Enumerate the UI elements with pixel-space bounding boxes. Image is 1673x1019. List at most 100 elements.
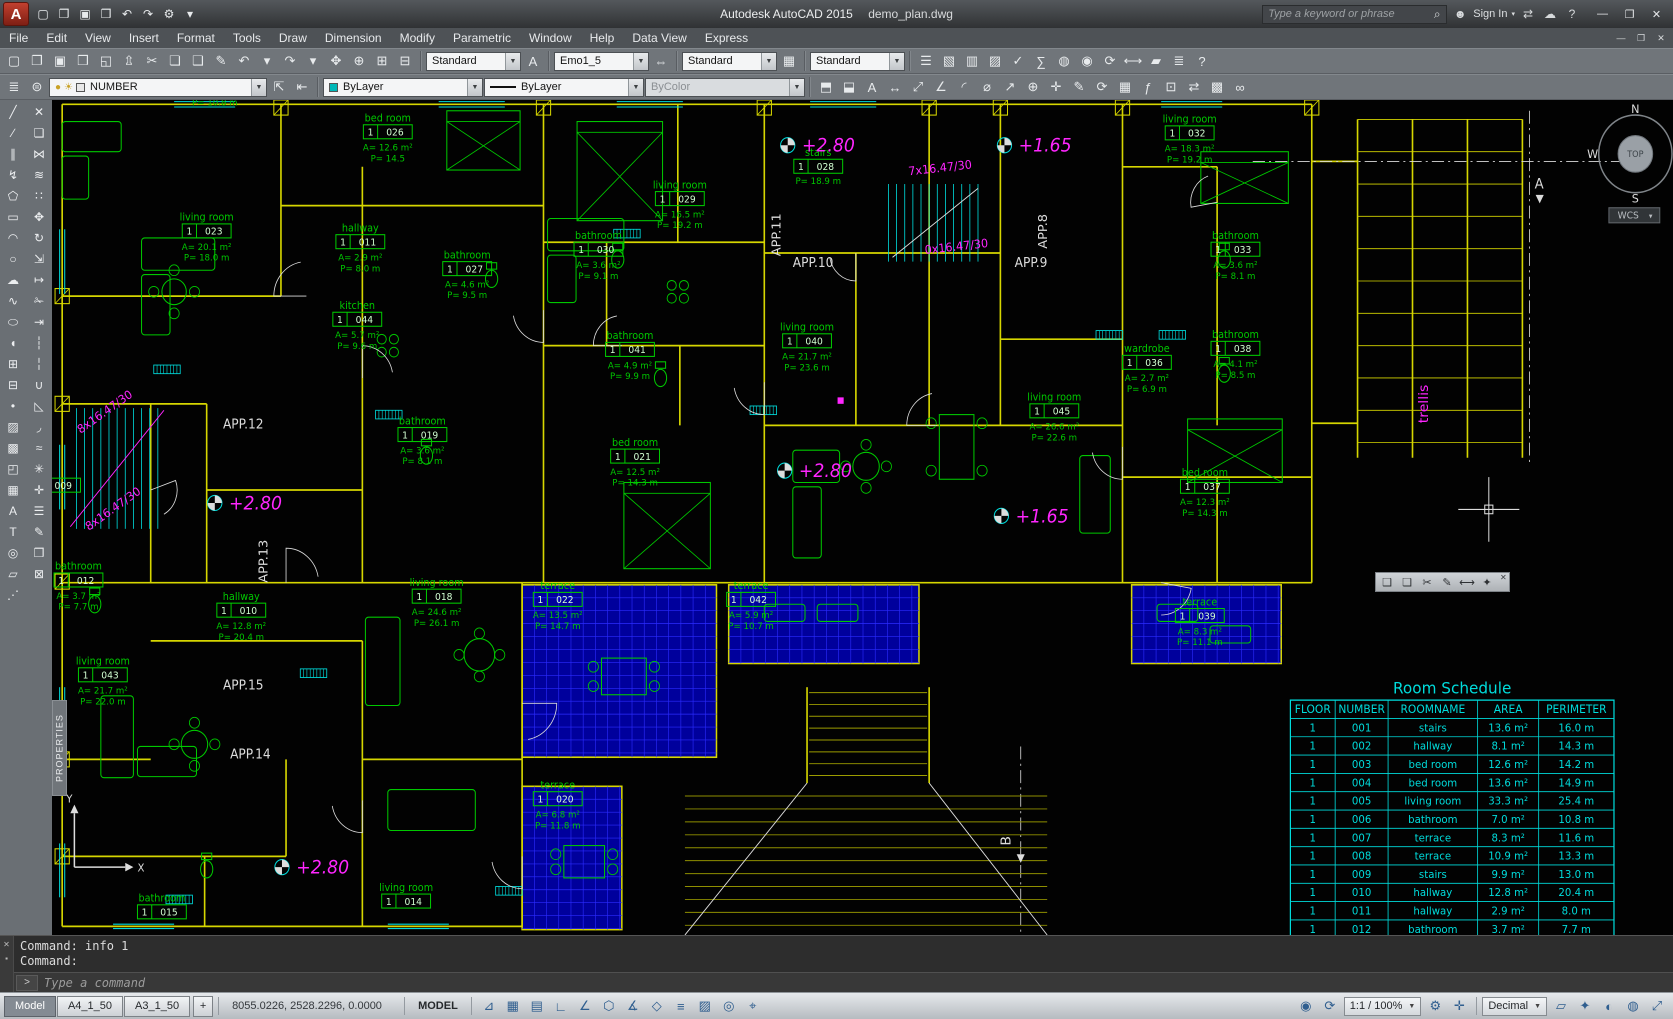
plan-room-schedule[interactable]: Room ScheduleFLOORNUMBERROOMNAMEAREAPERI… (1290, 678, 1614, 935)
plan-grip[interactable] (838, 397, 844, 403)
mleader-style-combo[interactable]: Standard▼ (810, 52, 905, 71)
object-snap-icon[interactable]: ◇ (645, 996, 669, 1017)
plan-room-label[interactable]: bathroom1015 (137, 893, 186, 918)
measure-distance-icon[interactable]: ⟷ (1122, 51, 1144, 72)
plan-annotation[interactable]: APP.8 (1036, 214, 1051, 249)
hyperlink-icon[interactable]: ∞ (1229, 77, 1251, 98)
restore-button[interactable]: ❐ (1616, 4, 1643, 24)
snap-mode-icon[interactable]: ▦ (501, 996, 525, 1017)
hatch-icon[interactable]: ▨ (2, 417, 24, 437)
explode-icon[interactable]: ✳ (28, 459, 50, 479)
break-icon[interactable]: ╎ (28, 354, 50, 374)
list-icon[interactable]: ≣ (1168, 51, 1190, 72)
chevron-down-icon[interactable]: ▼ (467, 79, 482, 96)
dim-radius-icon[interactable]: ◜ (953, 77, 975, 98)
render-icon[interactable]: ◍ (1053, 51, 1075, 72)
chevron-down-icon[interactable]: ▼ (505, 53, 520, 70)
plan-annotation[interactable]: APP.11 (769, 213, 784, 256)
donut-icon[interactable]: ◎ (2, 543, 24, 563)
plan-room-label[interactable]: living room1040A= 21.7 m²P= 23.6 m (780, 322, 834, 373)
workspace-icon[interactable]: ⚙ (159, 4, 179, 24)
materials-browser-icon[interactable]: ◉ (1076, 51, 1098, 72)
zoom-previous-icon[interactable]: ⊟ (394, 51, 416, 72)
point-icon[interactable]: • (2, 396, 24, 416)
arc-icon[interactable]: ◠ (2, 228, 24, 248)
annotation-scale-combo[interactable]: 1:1 / 100%▼ (1344, 997, 1422, 1016)
dim-style-combo[interactable]: Emo1_5▼ (554, 52, 649, 71)
menu-insert[interactable]: Insert (120, 30, 168, 46)
close-button[interactable]: ✕ (1643, 4, 1670, 24)
doc-minimize-button[interactable]: — (1612, 31, 1630, 46)
plan-room-label[interactable]: living room1032A= 18.3 m²P= 19.2 m (1163, 114, 1217, 165)
layer-color-swatch[interactable] (76, 83, 85, 92)
insert-block-icon[interactable]: ⊞ (2, 354, 24, 374)
join-icon[interactable]: ∪ (28, 375, 50, 395)
stretch-icon[interactable]: ↦ (28, 270, 50, 290)
floating-mini-toolbar[interactable]: ❑❏✂✎⟷✦ ✕ (1375, 572, 1510, 592)
dim-center-mark-icon[interactable]: ✛ (1045, 77, 1067, 98)
line-icon[interactable]: ╱ (2, 102, 24, 122)
block-editor-icon[interactable]: ⊡ (1160, 77, 1182, 98)
properties-palette-icon[interactable]: ☰ (915, 51, 937, 72)
mtext-icon[interactable]: A (861, 77, 883, 98)
plan-room-label[interactable]: living room1018A= 24.6 m²P= 26.1 m (410, 578, 464, 629)
layout-tab-a4_1_50[interactable]: A4_1_50 (57, 996, 123, 1017)
tolerance-icon[interactable]: ⊕ (1022, 77, 1044, 98)
make-object-layer-current-icon[interactable]: ⇱ (268, 77, 290, 98)
plan-section-markers[interactable] (1017, 195, 1544, 863)
text-style-combo[interactable]: Standard▼ (426, 52, 521, 71)
command-prompt-icon[interactable]: > (16, 975, 38, 991)
viewcube-compass[interactable]: TOPNWS (1587, 102, 1672, 206)
single-line-text-icon[interactable]: T (2, 522, 24, 542)
plot-preview-icon[interactable]: ◱ (95, 51, 117, 72)
align-icon[interactable]: ✛ (28, 480, 50, 500)
3d-polyline-icon[interactable]: ⋰ (2, 585, 24, 605)
polar-tracking-icon[interactable]: ∠ (573, 996, 597, 1017)
table-style-dialog-icon[interactable]: ▦ (778, 51, 800, 72)
infer-constraints-icon[interactable]: ⊿ (477, 996, 501, 1017)
zoom-realtime-icon[interactable]: ⊕ (348, 51, 370, 72)
polygon-icon[interactable]: ⬠ (2, 186, 24, 206)
field-icon[interactable]: ƒ (1137, 77, 1159, 98)
designcenter-icon[interactable]: ▧ (938, 51, 960, 72)
layer-on-icon[interactable]: ● (55, 82, 61, 93)
plan-room-label[interactable]: kitchen1044A= 5.7 m²P= 9.6 m (333, 301, 382, 352)
wcs-selector[interactable]: WCS▾ (1609, 208, 1660, 223)
plan-room-label[interactable]: terrace1039A= 8.3 m²P= 11.1 m (1175, 597, 1224, 648)
plan-room-label[interactable]: living room1043A= 21.7 m²P= 22.0 m (76, 656, 130, 707)
annotation-visibility-icon[interactable]: ◉ (1294, 996, 1318, 1017)
undo-icon[interactable]: ↶ (233, 51, 255, 72)
undo-list-icon[interactable]: ▾ (256, 51, 278, 72)
plan-room-label[interactable]: bed room1026A= 12.6 m²P= 14.5 (363, 113, 413, 164)
multileader-icon[interactable]: ↗ (999, 77, 1021, 98)
layout-tab-model[interactable]: Model (4, 996, 56, 1017)
clean-screen-icon[interactable]: ⤢ (1645, 996, 1669, 1017)
plot-icon[interactable]: ❒ (72, 51, 94, 72)
offset-icon[interactable]: ≋ (28, 165, 50, 185)
ucs-icon[interactable]: XY (65, 793, 144, 874)
show-lineweight-icon[interactable]: ≡ (669, 996, 693, 1017)
menu-data-view[interactable]: Data View (623, 30, 695, 46)
sign-in-button[interactable]: Sign In▾ (1473, 8, 1515, 20)
annotation-monitor-icon[interactable]: ✛ (1447, 996, 1471, 1017)
array-icon[interactable]: ∷ (28, 186, 50, 206)
cloud-icon[interactable]: ☁ (1541, 5, 1559, 23)
plan-room-label[interactable]: wardrobe1036A= 2.7 m²P= 6.9 m (1122, 344, 1171, 395)
plan-room-label[interactable]: terrace1020A= 6.8 m²P= 11.8 m (533, 780, 582, 831)
plan-annotation[interactable]: 0x16.47/30 (924, 236, 989, 257)
sheet-set-manager-icon[interactable]: ▨ (984, 51, 1006, 72)
menu-format[interactable]: Format (168, 30, 224, 46)
new-layout-button[interactable]: + (193, 996, 213, 1017)
table-icon[interactable]: ▦ (1114, 77, 1136, 98)
linetype-combo[interactable]: ByLayer▼ (484, 78, 644, 97)
menu-express[interactable]: Express (696, 30, 757, 46)
menu-dimension[interactable]: Dimension (316, 30, 391, 46)
plan-room-label[interactable]: living room1023A= 20.1 m²P= 18.0 m (180, 212, 234, 263)
redo-icon[interactable]: ↷ (279, 51, 301, 72)
quickcalc-icon[interactable]: ∑ (1030, 51, 1052, 72)
plan-annotation[interactable]: APP.12 (223, 416, 264, 431)
dim-linear-icon[interactable]: ↔ (884, 77, 906, 98)
plan-room-label[interactable]: bathroom1027A= 4.6 m²P= 9.5 m (443, 250, 492, 301)
table-style-combo[interactable]: Standard▼ (682, 52, 777, 71)
menu-parametric[interactable]: Parametric (444, 30, 520, 46)
